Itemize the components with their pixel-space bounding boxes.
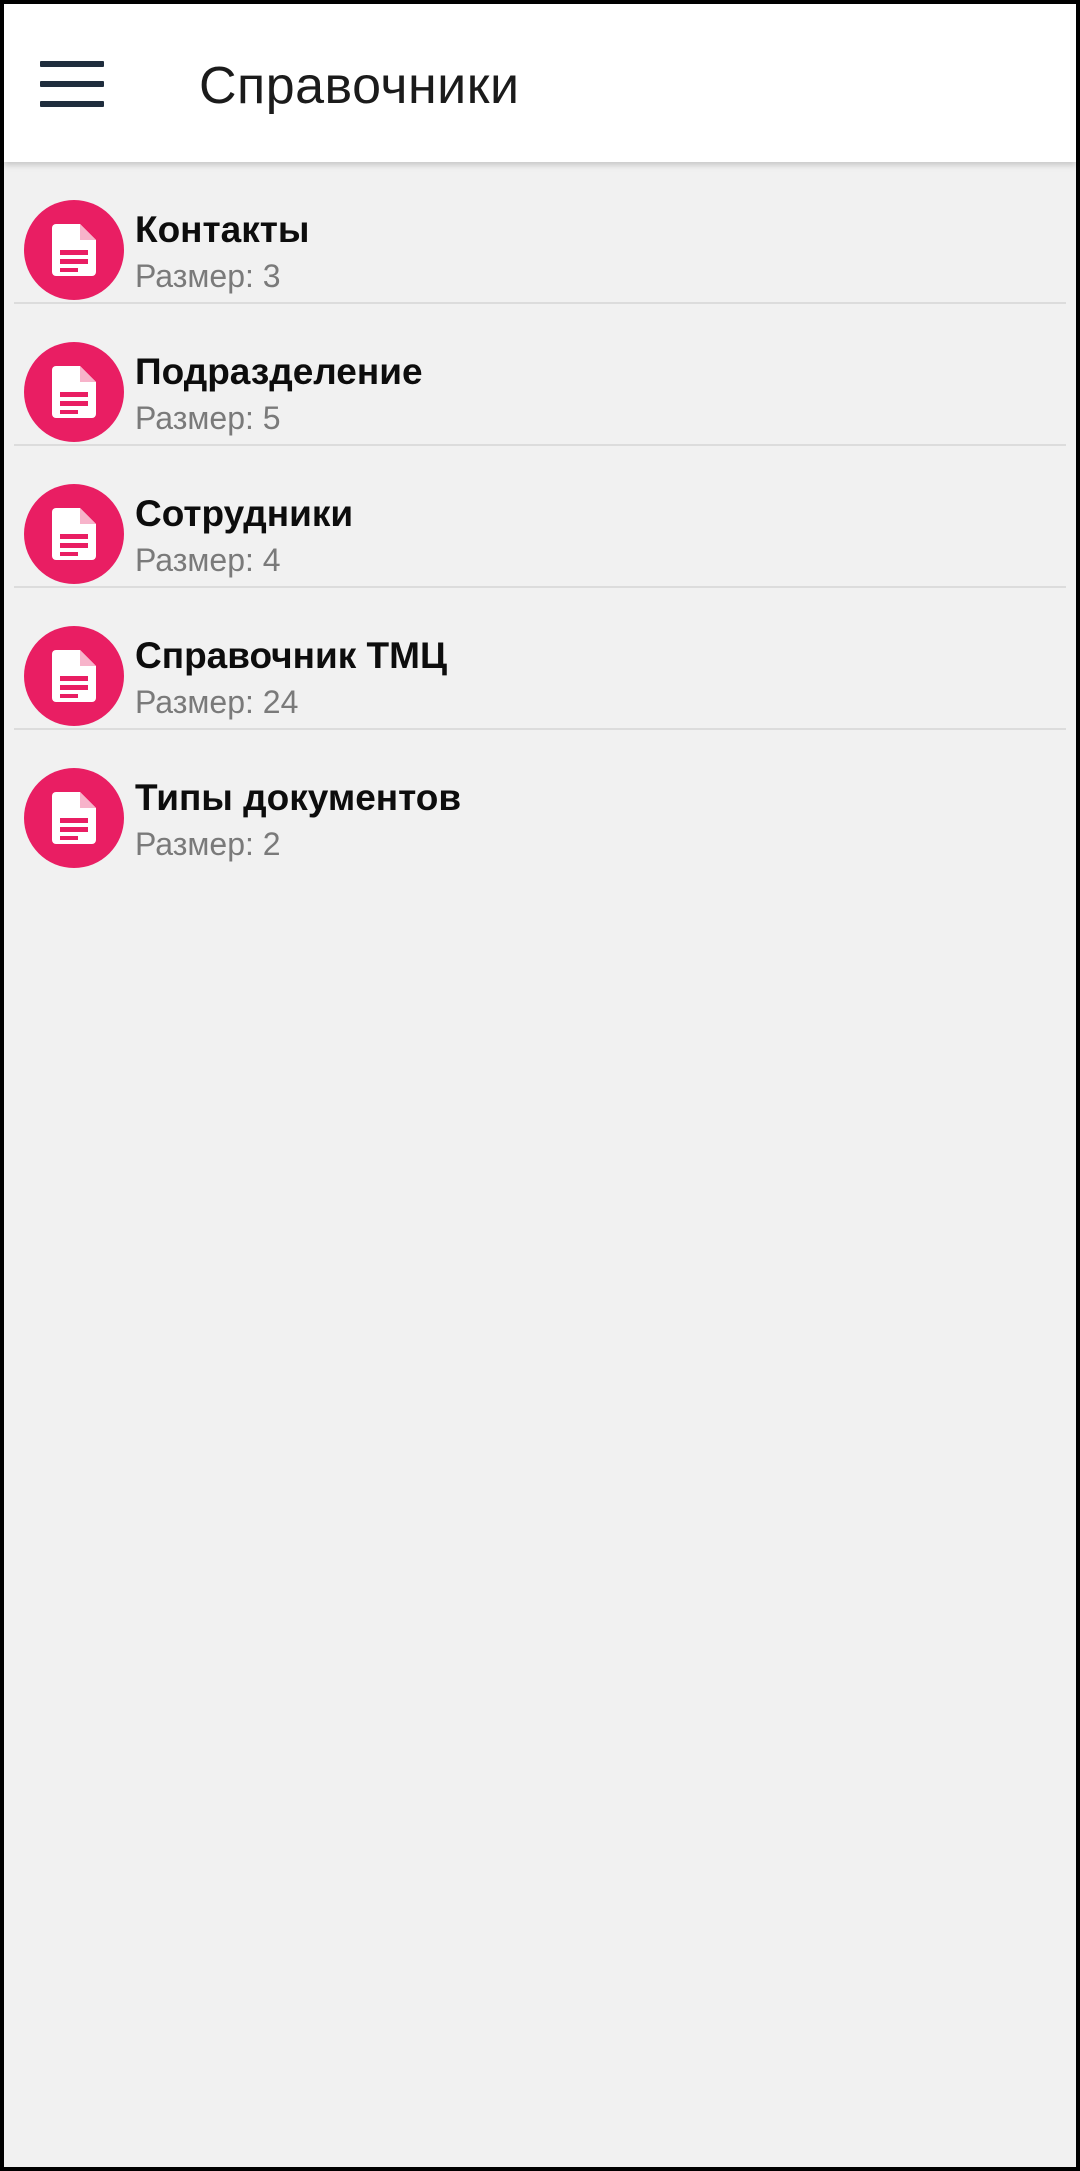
menu-button[interactable] (32, 44, 112, 124)
document-icon (24, 342, 124, 442)
list-item-title: Справочник ТМЦ (135, 635, 448, 676)
list-item[interactable]: Сотрудники Размер: 4 (14, 446, 1066, 588)
list-item-size: Размер: 3 (135, 258, 281, 294)
list-item-title: Подразделение (135, 351, 423, 392)
screen: Справочники Контакты Размер: 3 Подраздел… (4, 4, 1076, 2167)
list-item[interactable]: Типы документов Размер: 2 (14, 730, 1066, 872)
app-bar: Справочники (4, 4, 1076, 162)
directory-list: Контакты Размер: 3 Подразделение Размер:… (4, 162, 1076, 872)
hamburger-menu-icon (40, 61, 104, 107)
page-title: Справочники (199, 57, 520, 115)
list-item-size: Размер: 2 (135, 826, 281, 862)
document-icon (24, 768, 124, 868)
list-item-title: Сотрудники (135, 493, 354, 534)
list-item[interactable]: Подразделение Размер: 5 (14, 304, 1066, 446)
list-item-size: Размер: 4 (135, 542, 281, 578)
document-icon (24, 626, 124, 726)
list-item-title: Типы документов (135, 777, 462, 818)
list-item[interactable]: Контакты Размер: 3 (14, 162, 1066, 304)
document-icon (24, 200, 124, 300)
list-item-title: Контакты (135, 209, 310, 250)
document-icon (24, 484, 124, 584)
list-item-size: Размер: 5 (135, 400, 281, 436)
list-item[interactable]: Справочник ТМЦ Размер: 24 (14, 588, 1066, 730)
list-item-size: Размер: 24 (135, 684, 299, 720)
